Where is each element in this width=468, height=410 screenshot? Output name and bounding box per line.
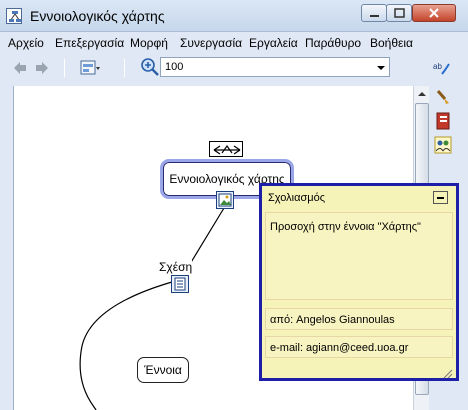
resize-grip-icon[interactable]: [441, 367, 453, 379]
zoom-value: 100: [165, 61, 184, 73]
maximize-button[interactable]: [386, 4, 412, 22]
app-icon: [6, 8, 22, 24]
comment-email: e-mail: agiann@ceed.uoa.gr: [270, 342, 409, 354]
zoom-select[interactable]: 100: [160, 57, 390, 77]
comment-minimize-button[interactable]: [433, 191, 448, 204]
image-attachment-icon[interactable]: [216, 191, 234, 209]
menu-collaboration[interactable]: Συνεργασία: [180, 36, 242, 50]
back-arrow-icon[interactable]: [12, 60, 28, 76]
svg-text:ab: ab: [433, 62, 442, 71]
chevron-down-icon[interactable]: [376, 61, 386, 73]
menu-tools[interactable]: Εργαλεία: [249, 36, 298, 50]
collaboration-icon[interactable]: [434, 136, 452, 154]
concept-node[interactable]: Έννοια: [137, 357, 189, 383]
paint-brush-icon[interactable]: [434, 88, 452, 106]
notebook-icon[interactable]: [434, 112, 452, 130]
comment-panel[interactable]: Σχολιασμός Προσοχή στην έννοια "Χάρτης" …: [259, 183, 459, 381]
menu-format[interactable]: Μορφή: [130, 36, 168, 50]
menu-file[interactable]: Αρχείο: [8, 36, 44, 50]
comment-author: από: Angelos Giannoulas: [270, 314, 395, 326]
comment-header[interactable]: Σχολιασμός: [262, 186, 456, 210]
window-title: Εννοιολογικός χάρτης: [30, 8, 165, 24]
scroll-up-icon[interactable]: [414, 86, 430, 102]
toolbar-separator: [64, 59, 65, 77]
zoom-icon[interactable]: [140, 57, 160, 77]
minimize-button[interactable]: [361, 4, 387, 22]
menu-help[interactable]: Βοήθεια: [370, 36, 413, 50]
menu-window[interactable]: Παράθυρο: [305, 36, 361, 50]
toolbar-separator: [124, 59, 125, 77]
close-button[interactable]: [412, 4, 456, 22]
comment-email-field: e-mail: agiann@ceed.uoa.gr: [265, 336, 453, 358]
link-line-bottom: [79, 281, 173, 410]
comment-author-field: από: Angelos Giannoulas: [265, 308, 453, 330]
relation-label[interactable]: Σχέση: [159, 260, 193, 274]
comment-text: Προσοχή στην έννοια "Χάρτης": [270, 221, 421, 233]
view-mode-icon[interactable]: [80, 59, 100, 77]
forward-arrow-icon[interactable]: [34, 60, 50, 76]
menu-bar: Αρχείο Επεξεργασία Μορφή Συνεργασία Εργα…: [0, 33, 468, 53]
link-line-top: [189, 207, 225, 265]
resize-handle[interactable]: [209, 141, 243, 157]
spell-check-icon[interactable]: ab: [433, 59, 451, 77]
menu-edit[interactable]: Επεξεργασία: [55, 36, 124, 50]
note-attachment-icon[interactable]: [171, 275, 189, 293]
comment-text-field[interactable]: Προσοχή στην έννοια "Χάρτης": [265, 212, 453, 300]
title-bar: Εννοιολογικός χάρτης: [0, 0, 468, 32]
comment-title: Σχολιασμός: [268, 192, 326, 204]
